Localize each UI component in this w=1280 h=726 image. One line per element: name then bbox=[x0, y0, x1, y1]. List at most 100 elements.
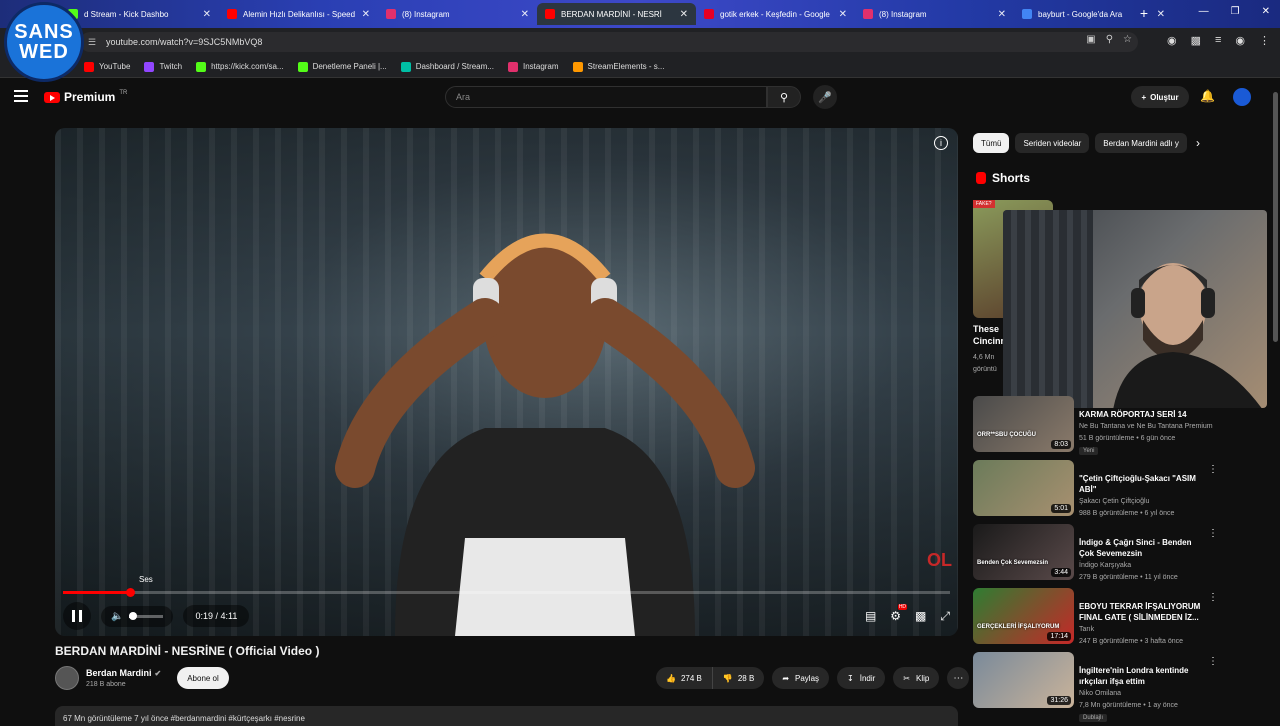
cast-icon[interactable]: ▣ bbox=[1086, 34, 1095, 45]
subtitles-icon[interactable]: ▤ bbox=[865, 609, 876, 623]
zoom-icon[interactable]: ⚲ bbox=[1106, 34, 1113, 45]
progress-bar[interactable] bbox=[63, 588, 950, 597]
video-thumbnail[interactable]: ORR**SBU ÇOCUĞU 8:03 bbox=[973, 396, 1074, 452]
channel-name[interactable]: Şakacı Çetin Çiftçioğlu bbox=[1079, 498, 1149, 505]
recommended-video[interactable]: GERÇEKLERİ İFŞALIYORUM 17:14 EBOYU TEKRAR … bbox=[973, 588, 1223, 652]
bookmark-label: https://kick.com/sa... bbox=[211, 62, 284, 71]
search-input[interactable]: Ara bbox=[445, 86, 767, 108]
minimize-icon[interactable]: — bbox=[1199, 6, 1209, 17]
bookmark-item[interactable]: Instagram bbox=[507, 61, 559, 72]
pause-button[interactable] bbox=[63, 602, 91, 630]
tab-close-icon[interactable]: ✕ bbox=[680, 9, 688, 20]
tab-close-icon[interactable]: ✕ bbox=[203, 9, 211, 20]
channel-name[interactable]: Tarık bbox=[1079, 626, 1094, 633]
browser-tab[interactable]: Alemin Hızlı Delikanlısı - Speed ✕ bbox=[219, 3, 378, 25]
video-more-icon[interactable]: ⋮ bbox=[1208, 592, 1218, 603]
filter-chip[interactable]: Berdan Mardini adlı y bbox=[1095, 133, 1187, 153]
video-title[interactable]: EBOYU TEKRAR İFŞALIYORUM FINAL GATE ( Sİ… bbox=[1079, 601, 1204, 623]
tab-close-icon[interactable]: ✕ bbox=[839, 9, 847, 20]
bookmark-item[interactable]: Dashboard / Stream... bbox=[400, 61, 494, 72]
channel-name-row[interactable]: Berdan Mardini ✔ bbox=[86, 668, 161, 678]
tab-close-icon[interactable]: ✕ bbox=[521, 9, 529, 20]
kebab-menu-icon[interactable]: ⋮ bbox=[1259, 34, 1270, 47]
video-more-icon[interactable]: ⋮ bbox=[1208, 464, 1218, 475]
logo-line-2: WED bbox=[19, 41, 69, 63]
video-title[interactable]: İngiltere'nin Londra kentinde ırkçıları … bbox=[1079, 665, 1204, 687]
chevron-right-icon[interactable]: › bbox=[1196, 136, 1200, 150]
short-meta: 4,6 Mn görüntü bbox=[973, 354, 997, 373]
tab-close-icon[interactable]: ✕ bbox=[362, 9, 370, 20]
microphone-icon: 🎤 bbox=[818, 91, 832, 104]
extensions-puzzle-icon[interactable]: ▩ bbox=[1191, 34, 1201, 47]
search-button[interactable]: ⚲ bbox=[767, 86, 801, 108]
media-control-icon[interactable]: ≡ bbox=[1215, 34, 1221, 47]
filter-chip[interactable]: Tümü bbox=[973, 133, 1010, 153]
recommended-video[interactable]: 5:01 "Çetin Çiftçioğlu-Şakacı "ASIM ABİ" Ş… bbox=[973, 460, 1223, 524]
new-tab-button[interactable]: + bbox=[1136, 5, 1152, 21]
browser-tab[interactable]: (8) Instagram ✕ bbox=[855, 3, 1014, 25]
restore-icon[interactable]: ❐ bbox=[1231, 6, 1240, 17]
video-thumbnail[interactable]: GERÇEKLERİ İFŞALIYORUM 17:14 bbox=[973, 588, 1074, 644]
download-button[interactable]: ↧ İndir bbox=[837, 667, 886, 689]
video-more-icon[interactable]: ⋮ bbox=[1208, 656, 1218, 667]
incognito-icon[interactable]: ◉ bbox=[1167, 34, 1177, 47]
short-title[interactable]: These Cincinn bbox=[973, 323, 1006, 347]
tab-close-icon[interactable]: ✕ bbox=[998, 9, 1006, 20]
video-thumbnail[interactable]: Benden Çok Sevemezsin 3:44 bbox=[973, 524, 1074, 580]
video-thumbnail[interactable]: 31:26 bbox=[973, 652, 1074, 708]
notifications-bell-icon[interactable]: 🔔 bbox=[1200, 89, 1215, 103]
bookmark-star-icon[interactable]: ☆ bbox=[1123, 34, 1132, 45]
info-icon[interactable]: i bbox=[934, 136, 948, 150]
tab-close-icon[interactable]: ✕ bbox=[1157, 9, 1165, 20]
share-button[interactable]: ➦ Paylaş bbox=[772, 667, 830, 689]
video-title[interactable]: İndigo & Çağrı Sinci - Benden Çok Seveme… bbox=[1079, 537, 1204, 559]
video-thumbnail[interactable]: 5:01 bbox=[973, 460, 1074, 516]
fullscreen-icon[interactable]: ⤢ bbox=[940, 609, 950, 624]
page-scrollbar[interactable] bbox=[1273, 92, 1278, 342]
volume-icon[interactable]: 🔈 bbox=[111, 611, 123, 622]
bookmark-item[interactable]: Twitch bbox=[144, 61, 182, 72]
bookmark-item[interactable]: Denetleme Paneli |... bbox=[297, 61, 387, 72]
volume-knob[interactable] bbox=[128, 611, 137, 620]
like-button[interactable]: 👍 274 B bbox=[656, 667, 712, 689]
recommended-video[interactable]: Benden Çok Sevemezsin 3:44 İndigo & Çağrı … bbox=[973, 524, 1223, 588]
subscribe-button[interactable]: Abone ol bbox=[177, 667, 229, 689]
voice-search-button[interactable]: 🎤 bbox=[813, 85, 837, 109]
menu-icon[interactable] bbox=[14, 90, 28, 102]
volume-slider[interactable] bbox=[128, 611, 164, 620]
profile-icon[interactable]: ◉ bbox=[1235, 34, 1245, 47]
channel-name[interactable]: İndigo Karşıyaka bbox=[1079, 562, 1131, 569]
account-avatar[interactable] bbox=[1233, 88, 1251, 106]
recommended-video[interactable]: ORR**SBU ÇOCUĞU 8:03 KARMA RÖPORTAJ SERİ 1… bbox=[973, 396, 1223, 460]
youtube-premium-logo[interactable]: Premium TR bbox=[44, 90, 127, 104]
miniplayer-icon[interactable]: ▩ bbox=[915, 609, 926, 623]
create-button[interactable]: + Oluştur bbox=[1131, 86, 1189, 108]
close-window-icon[interactable]: ✕ bbox=[1262, 6, 1270, 17]
dislike-button[interactable]: 👎 28 B bbox=[711, 667, 764, 689]
extension-icons: ◉ ▩ ≡ ◉ ⋮ bbox=[1167, 34, 1270, 47]
description-box[interactable]: 67 Mn görüntüleme 7 yıl önce #berdanmard… bbox=[55, 706, 958, 726]
url-field[interactable]: ☰ youtube.com/watch?v=9SJC5NMbVQ8 bbox=[80, 32, 1138, 52]
bookmark-item[interactable]: https://kick.com/sa... bbox=[196, 61, 284, 72]
channel-name[interactable]: Ne Bu Tantana ve Ne Bu Tantana Premium bbox=[1079, 423, 1213, 430]
progress-scrubber[interactable] bbox=[125, 588, 135, 597]
channel-avatar[interactable] bbox=[55, 666, 79, 690]
bookmark-item[interactable]: StreamElements - s... bbox=[572, 61, 664, 72]
clip-button[interactable]: ✂ Klip bbox=[893, 667, 940, 689]
channel-name[interactable]: Niko Omilana bbox=[1079, 690, 1121, 697]
site-info-icon[interactable]: ☰ bbox=[88, 37, 98, 47]
video-player[interactable]: i OL Ses 🔈 0:19 / 4:11 ▤ ⚙ HD ▩ ⤢ bbox=[55, 128, 958, 636]
browser-tab[interactable]: gotik erkek - Keşfedin - Google ✕ bbox=[696, 3, 855, 25]
settings-gear-icon[interactable]: ⚙ HD bbox=[890, 604, 908, 623]
volume-control[interactable]: 🔈 bbox=[101, 605, 174, 627]
browser-tab[interactable]: d Stream - Kick Dashbo ✕ bbox=[60, 3, 219, 25]
video-more-icon[interactable]: ⋮ bbox=[1208, 528, 1218, 539]
recommended-video[interactable]: 31:26 İngiltere'nin Londra kentinde ırkçı… bbox=[973, 652, 1223, 722]
video-title[interactable]: KARMA RÖPORTAJ SERİ 14 bbox=[1079, 409, 1204, 420]
browser-tab[interactable]: (8) Instagram ✕ bbox=[378, 3, 537, 25]
bookmark-item[interactable]: YouTube bbox=[84, 61, 130, 72]
browser-tab[interactable]: BERDAN MARDİNİ - NESRİ ✕ bbox=[537, 3, 696, 25]
more-actions-button[interactable]: ⋯ bbox=[947, 667, 970, 689]
filter-chip[interactable]: Seriden videolar bbox=[1015, 133, 1090, 153]
video-title[interactable]: "Çetin Çiftçioğlu-Şakacı "ASIM ABİ" bbox=[1079, 473, 1204, 495]
